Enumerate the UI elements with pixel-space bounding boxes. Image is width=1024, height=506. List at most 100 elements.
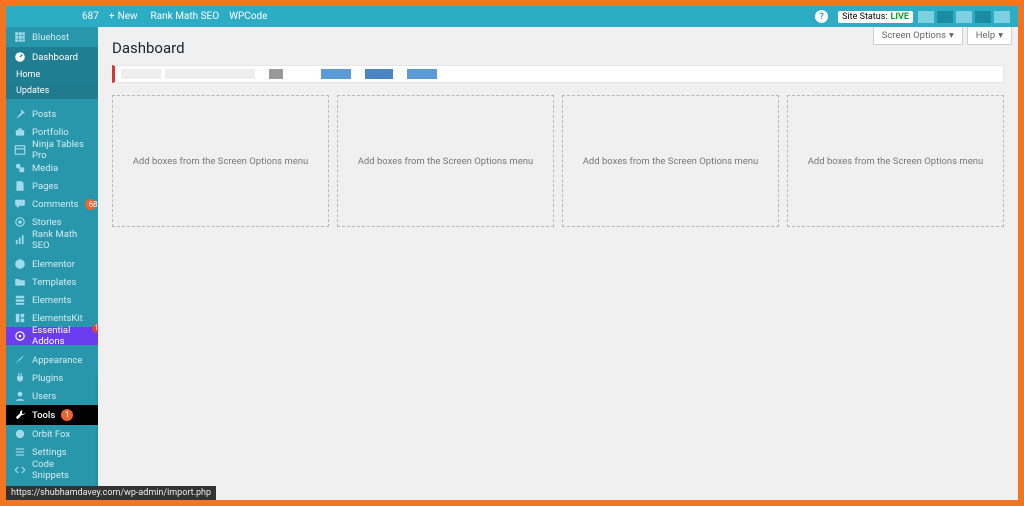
site-status-label: Site Status: [842, 12, 887, 22]
brush-icon [14, 354, 26, 366]
admin-bar: 687 +New Rank Math SEO WPCode ? Site Sta… [6, 6, 1018, 27]
dashboard-box: Add boxes from the Screen Options menu [337, 95, 554, 227]
comments-badge: 687 [85, 199, 96, 210]
wpcode-label: WPCode [229, 11, 267, 22]
stories-icon [14, 216, 26, 228]
box-placeholder: Add boxes from the Screen Options menu [358, 156, 534, 167]
sidebar-sub-updates[interactable]: Updates [6, 83, 98, 99]
box-placeholder: Add boxes from the Screen Options menu [133, 156, 309, 167]
wp-logo[interactable] [14, 6, 24, 27]
sidebar-label: Media [32, 163, 58, 174]
stack-icon [14, 294, 26, 306]
sidebar-item-codesnippets[interactable]: Code Snippets [6, 461, 98, 479]
sidebar-item-essential[interactable]: Essential Addons1 [6, 327, 98, 345]
sidebar-label: Orbit Fox [32, 429, 70, 440]
sidebar-item-templates[interactable]: Templates [6, 273, 98, 291]
sidebar-sub-home[interactable]: Home [6, 67, 98, 83]
sidebar-item-orbitfox[interactable]: Orbit Fox [6, 425, 98, 443]
sidebar-label: ElementsKit [32, 313, 83, 324]
sidebar-label: Stories [32, 217, 62, 228]
sidebar-item-rankmath[interactable]: Rank Math SEO [6, 231, 98, 249]
dashboard-box: Add boxes from the Screen Options menu [112, 95, 329, 227]
sidebar-label: Rank Math SEO [32, 229, 90, 251]
screen-options-button[interactable]: Screen Options▾ [873, 27, 963, 45]
screen-options-label: Screen Options [882, 30, 946, 41]
sliders-icon [14, 446, 26, 458]
help-bubble[interactable]: ? [810, 6, 833, 27]
sidebar-item-posts[interactable]: Posts [6, 105, 98, 123]
help-button[interactable]: Help▾ [967, 27, 1012, 45]
new-label: New [118, 11, 138, 22]
sidebar-label: Ninja Tables Pro [32, 139, 90, 161]
sidebar-label: Appearance [32, 355, 83, 366]
sidebar-item-elementor[interactable]: Elementor [6, 255, 98, 273]
briefcase-icon [14, 126, 26, 138]
chart-icon [14, 234, 26, 246]
sidebar-item-ninja[interactable]: Ninja Tables Pro [6, 141, 98, 159]
dashboard-box: Add boxes from the Screen Options menu [562, 95, 779, 227]
fox-icon [14, 428, 26, 440]
admin-sidebar: Bluehost Dashboard Home Updates Posts Po… [6, 27, 98, 500]
sidebar-item-tools[interactable]: Tools 1 [6, 405, 98, 425]
dashboard-box: Add boxes from the Screen Options menu [787, 95, 1004, 227]
sidebar-item-media[interactable]: Media [6, 159, 98, 177]
user-icon [14, 390, 26, 402]
media-icon [14, 162, 26, 174]
sidebar-label: Portfolio [32, 127, 69, 138]
browser-statusbar: https://shubhamdavey.com/wp-admin/import… [6, 486, 216, 500]
content-area: Screen Options▾ Help▾ Dashboard Add boxe… [98, 27, 1018, 500]
sidebar-item-comments[interactable]: Comments687 [6, 195, 98, 213]
plug-icon [14, 372, 26, 384]
dashboard-widgets: Add boxes from the Screen Options menu A… [98, 95, 1018, 227]
sidebar-label: Posts [32, 109, 56, 120]
sidebar-label: Updates [16, 86, 49, 96]
tools-badge: 1 [61, 409, 73, 421]
user-tiles[interactable] [918, 11, 1010, 23]
new-content[interactable]: +New [104, 6, 143, 27]
site-home[interactable] [24, 6, 34, 27]
sidebar-item-users[interactable]: Users [6, 387, 98, 405]
wpcode-bar[interactable]: WPCode [224, 6, 272, 27]
admin-notice [112, 65, 1004, 83]
table-icon [14, 144, 26, 156]
box-placeholder: Add boxes from the Screen Options menu [808, 156, 984, 167]
sidebar-label: Tools [32, 410, 55, 421]
chevron-down-icon: ▾ [998, 30, 1003, 41]
pin-icon [14, 108, 26, 120]
site-status[interactable]: Site Status: LIVE [833, 6, 918, 27]
page-icon [14, 180, 26, 192]
sidebar-label: Settings [32, 447, 67, 458]
addon-icon [14, 330, 26, 342]
sidebar-label: Bluehost [32, 32, 69, 43]
sidebar-label: Essential Addons [32, 325, 90, 347]
code-icon [14, 464, 26, 476]
comments-count-value: 687 [82, 11, 99, 22]
folder-icon [14, 276, 26, 288]
plus-icon: + [109, 11, 115, 22]
rankmath-bar[interactable]: Rank Math SEO [143, 6, 225, 27]
comments-count[interactable]: 687 [74, 6, 104, 27]
site-status-value: LIVE [891, 12, 909, 22]
sidebar-item-appearance[interactable]: Appearance [6, 351, 98, 369]
wrench-icon [14, 409, 26, 421]
sidebar-label: Elementor [32, 259, 75, 270]
sidebar-label: Templates [32, 277, 76, 288]
help-label: Help [976, 30, 995, 41]
sidebar-label: Users [32, 391, 56, 402]
sidebar-label: Elements [32, 295, 71, 306]
box-placeholder: Add boxes from the Screen Options menu [583, 156, 759, 167]
elementor-icon [14, 258, 26, 270]
sidebar-label: Plugins [32, 373, 63, 384]
sidebar-item-bluehost[interactable]: Bluehost [6, 27, 98, 47]
rankmath-label: Rank Math SEO [151, 11, 220, 22]
wp-admin-frame: 687 +New Rank Math SEO WPCode ? Site Sta… [6, 6, 1018, 500]
sidebar-item-elements[interactable]: Elements [6, 291, 98, 309]
chevron-down-icon: ▾ [949, 30, 954, 41]
sidebar-label: Code Snippets [32, 459, 90, 481]
refresh[interactable] [34, 6, 44, 27]
question-icon: ? [815, 10, 828, 23]
sidebar-item-plugins[interactable]: Plugins [6, 369, 98, 387]
sidebar-label: Pages [32, 181, 58, 192]
sidebar-item-pages[interactable]: Pages [6, 177, 98, 195]
sidebar-item-dashboard[interactable]: Dashboard [6, 47, 98, 67]
